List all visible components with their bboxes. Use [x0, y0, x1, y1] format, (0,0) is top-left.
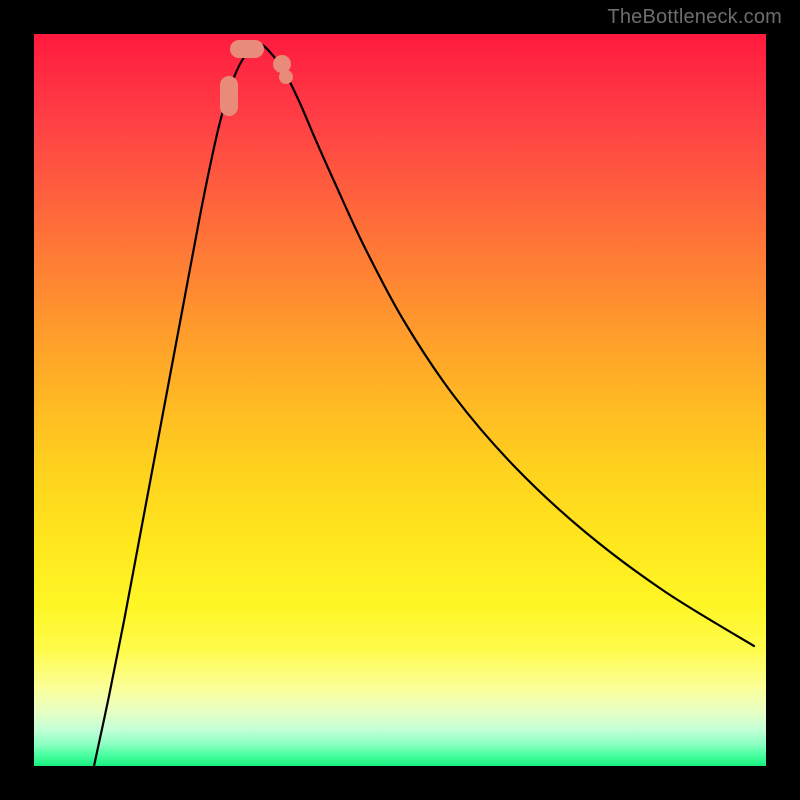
marker-m1	[220, 76, 238, 116]
markers-group	[220, 40, 293, 116]
plot-area	[34, 34, 766, 766]
curve-layer	[34, 34, 766, 766]
marker-m3	[273, 55, 291, 73]
marker-m4	[279, 70, 293, 84]
watermark-label: TheBottleneck.com	[607, 6, 782, 29]
bottleneck-curve-path	[94, 44, 754, 766]
chart-stage: TheBottleneck.com	[0, 0, 800, 800]
marker-m2	[230, 40, 264, 58]
